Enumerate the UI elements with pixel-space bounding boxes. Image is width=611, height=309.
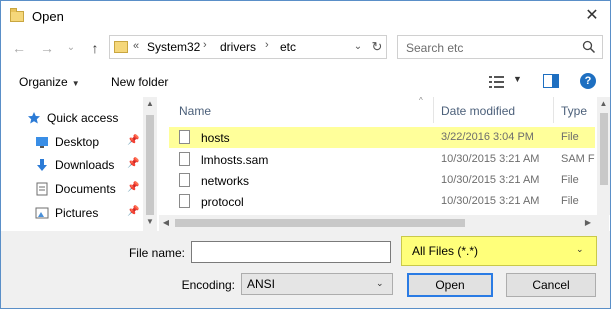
open-dialog: Open ✕ ← → ⌄ ↑ « System32 › drivers › et… (0, 0, 611, 309)
column-type[interactable]: Type (561, 104, 587, 118)
file-date: 10/30/2015 3:21 AM (441, 153, 540, 165)
view-options-icon[interactable] (489, 75, 505, 89)
scrollbar-thumb[interactable] (175, 219, 465, 227)
chevron-down-icon[interactable]: ⌄ (350, 38, 366, 56)
encoding-label: Encoding: (181, 278, 235, 292)
sidebar-item-label: Quick access (47, 111, 119, 125)
up-arrow-icon[interactable]: ↑ (85, 37, 105, 59)
sidebar-item-label: Documents (55, 182, 116, 196)
file-type: File (561, 131, 579, 143)
pin-icon[interactable]: 📌 (127, 206, 139, 217)
file-name: networks (201, 174, 250, 188)
search-placeholder: Search etc (406, 41, 464, 55)
file-name: hosts (201, 131, 230, 145)
scrollbar-thumb[interactable] (146, 115, 154, 215)
navigation-bar: ← → ⌄ ↑ « System32 › drivers › etc ⌄ ↻ S… (1, 35, 610, 63)
breadcrumb-system32[interactable]: System32 (147, 40, 200, 54)
file-type: SAM F (561, 153, 595, 165)
file-date: 3/22/2016 3:04 PM (441, 131, 534, 143)
sidebar-item-label: Desktop (55, 135, 100, 149)
scroll-left-icon[interactable]: ◀ (159, 216, 173, 230)
encoding-select[interactable]: ANSI ⌄ (241, 273, 393, 295)
chevron-right-icon[interactable]: › (203, 39, 207, 51)
file-row-lmhosts[interactable]: lmhosts.sam 10/30/2015 3:21 AM SAM F (169, 149, 595, 170)
file-name-label: File name: (128, 246, 185, 260)
scroll-right-icon[interactable]: ▶ (581, 216, 595, 230)
desktop-icon (36, 137, 48, 148)
sort-indicator-icon: ^ (419, 96, 423, 105)
file-type-value: All Files (*.*) (412, 244, 479, 258)
documents-icon (36, 182, 48, 196)
search-icon[interactable] (582, 40, 596, 54)
file-row-networks[interactable]: networks 10/30/2015 3:21 AM File (169, 170, 595, 191)
scrollbar-thumb[interactable] (600, 113, 608, 185)
view-dropdown-icon[interactable]: ▼ (513, 74, 522, 84)
file-list-horizontal-scrollbar[interactable]: ◀ ▶ (159, 215, 609, 231)
forward-arrow-icon[interactable]: → (37, 37, 57, 59)
downloads-icon (37, 159, 47, 171)
sidebar-item-label: Pictures (55, 206, 99, 220)
file-row-hosts[interactable]: hosts 3/22/2016 3:04 PM File (169, 127, 595, 148)
title-bar: Open ✕ (1, 1, 610, 33)
cancel-button[interactable]: Cancel (506, 273, 596, 297)
address-bar[interactable]: « System32 › drivers › etc ⌄ ↻ (109, 35, 387, 59)
caret-down-icon: ▼ (71, 79, 80, 88)
pictures-icon (35, 207, 49, 219)
chevron-down-icon: ⌄ (576, 244, 584, 254)
pin-icon[interactable]: 📌 (127, 182, 139, 193)
new-folder-button[interactable]: New folder (111, 75, 168, 89)
refresh-icon[interactable]: ↻ (368, 38, 386, 56)
star-icon (28, 112, 40, 124)
scroll-up-icon[interactable]: ▲ (597, 97, 610, 111)
open-button[interactable]: Open (407, 273, 493, 297)
sidebar-scrollbar[interactable]: ▲ ▼ (143, 97, 157, 231)
chevron-right-icon[interactable]: › (265, 39, 269, 51)
breadcrumb-etc[interactable]: etc (280, 40, 296, 54)
command-toolbar: Organize ▼ New folder ▼ ? (1, 69, 610, 95)
organize-label: Organize (19, 75, 68, 89)
column-header: ^ Name Date modified Type (159, 96, 609, 123)
file-name: protocol (201, 195, 244, 209)
file-list-vertical-scrollbar[interactable]: ▲ (597, 97, 610, 215)
back-arrow-icon[interactable]: ← (9, 37, 29, 59)
dialog-footer: File name: ⌄ All Files (*.*) ⌄ Encoding:… (1, 231, 610, 308)
close-icon[interactable]: ✕ (581, 5, 603, 27)
organize-button[interactable]: Organize ▼ (19, 75, 80, 89)
scroll-down-icon[interactable]: ▼ (143, 215, 157, 229)
file-date: 10/30/2015 3:21 AM (441, 174, 540, 186)
pin-icon[interactable]: 📌 (127, 158, 139, 169)
file-type: File (561, 195, 579, 207)
folder-icon (114, 41, 128, 53)
file-name: lmhosts.sam (201, 153, 269, 167)
breadcrumb-overflow[interactable]: « (133, 40, 139, 52)
navigation-pane: Quick access Desktop 📌 Downloads 📌 Docum… (1, 97, 159, 231)
preview-pane-icon[interactable] (543, 74, 559, 88)
pin-icon[interactable]: 📌 (127, 135, 139, 146)
help-icon[interactable]: ? (580, 73, 596, 89)
sidebar-item-label: Downloads (55, 158, 115, 172)
recent-locations-icon[interactable]: ⌄ (61, 37, 81, 59)
column-name[interactable]: Name (179, 104, 211, 118)
file-icon (179, 152, 190, 166)
scroll-up-icon[interactable]: ▲ (143, 97, 157, 111)
file-row-protocol[interactable]: protocol 10/30/2015 3:21 AM File (169, 191, 595, 212)
file-date: 10/30/2015 3:21 AM (441, 195, 540, 207)
encoding-value: ANSI (247, 277, 276, 291)
window-title: Open (32, 9, 64, 24)
file-type: File (561, 174, 579, 186)
file-name-input[interactable]: ⌄ (191, 241, 574, 263)
file-icon (179, 130, 190, 144)
file-icon (179, 194, 190, 208)
column-divider[interactable] (433, 97, 434, 123)
file-icon (179, 173, 190, 187)
column-divider[interactable] (553, 97, 554, 123)
search-input[interactable]: Search etc (397, 35, 603, 59)
breadcrumb-drivers[interactable]: drivers (220, 40, 256, 54)
file-list: ^ Name Date modified Type hosts 3/22/201… (159, 96, 609, 231)
file-type-select[interactable]: All Files (*.*) ⌄ (401, 236, 597, 266)
column-date-modified[interactable]: Date modified (441, 104, 515, 118)
folder-icon (10, 8, 24, 22)
chevron-down-icon: ⌄ (376, 278, 384, 288)
